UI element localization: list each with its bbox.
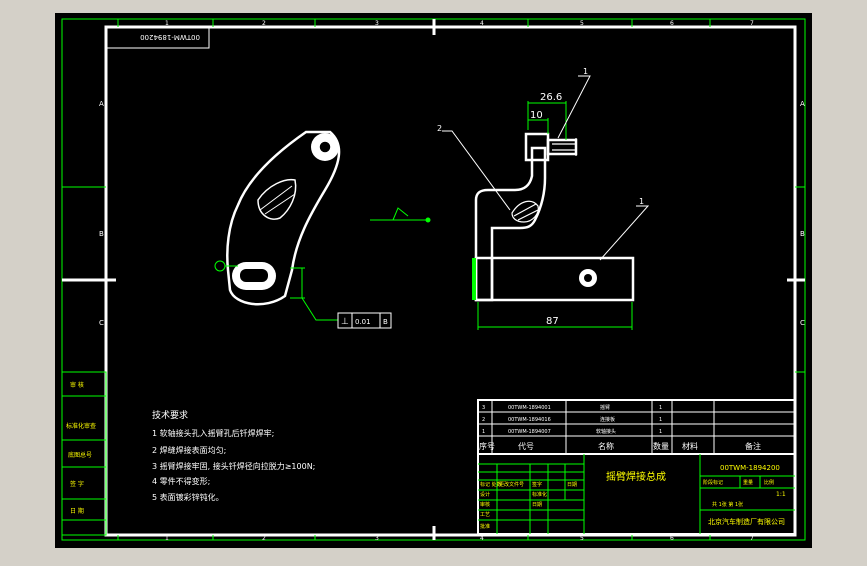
zone-number: 4 bbox=[480, 20, 484, 27]
stage-label: 阶段标记 bbox=[703, 479, 723, 486]
left-label: 批准 bbox=[480, 523, 490, 530]
zone-number: 7 bbox=[750, 20, 754, 27]
bracket-hole-center bbox=[584, 274, 592, 282]
zone-number: 2 bbox=[262, 20, 266, 27]
zone-number: 1 bbox=[165, 535, 169, 542]
bom-qty: 1 bbox=[659, 417, 662, 423]
drawing-name: 摇臂焊接总成 bbox=[606, 470, 666, 483]
mid-label: 标准化 bbox=[532, 491, 547, 498]
weld-bead bbox=[472, 258, 476, 300]
company-name: 北京汽车制造厂有限公司 bbox=[708, 517, 785, 526]
bom-header-no: 序号 bbox=[479, 441, 495, 451]
balloon-number: 1 bbox=[583, 67, 588, 76]
arm-bottom-slot bbox=[240, 269, 268, 282]
dimension-inner: 10 bbox=[530, 110, 543, 121]
sheet-label: 共 1张 第 1张 bbox=[712, 501, 743, 508]
zone-number: 2 bbox=[262, 535, 266, 542]
left-label: 设计 bbox=[480, 491, 490, 498]
zone-number: 3 bbox=[375, 20, 379, 27]
left-label: 底图总号 bbox=[68, 451, 92, 459]
stamp-text: 00TWM-1894200 bbox=[140, 33, 200, 41]
zone-number: 6 bbox=[670, 535, 674, 542]
bom-qty: 1 bbox=[659, 405, 662, 411]
tech-requirement: 2 焊缝焊接表面均匀; bbox=[152, 445, 226, 455]
bom-header-name: 名称 bbox=[598, 441, 614, 451]
mid-label: 更改文件号 bbox=[499, 481, 524, 488]
tech-requirements-title: 技术要求 bbox=[152, 409, 188, 421]
bom-header-code: 代号 bbox=[518, 441, 534, 451]
scale-label: 比例 bbox=[764, 479, 774, 486]
zone-letter: B bbox=[800, 230, 805, 238]
zone-number: 5 bbox=[580, 20, 584, 27]
bom-name: 摇臂 bbox=[600, 404, 610, 411]
drawing-number: 00TWM-1894200 bbox=[720, 464, 780, 472]
bom-no: 3 bbox=[482, 405, 485, 411]
balloon-number: 2 bbox=[437, 124, 442, 133]
left-label: 日 期 bbox=[70, 507, 84, 515]
arm-top-hole-center bbox=[318, 140, 332, 154]
zone-number: 6 bbox=[670, 20, 674, 27]
zone-letter: C bbox=[800, 319, 805, 327]
zone-letter: A bbox=[800, 100, 805, 108]
mid-label: 日期 bbox=[532, 502, 542, 508]
bom-name: 软轴接头 bbox=[596, 428, 616, 435]
bom-header-material: 材料 bbox=[682, 441, 698, 451]
drawing-window: A B C A B C 1 2 3 4 5 6 7 1 2 3 4 5 6 7 … bbox=[0, 0, 867, 562]
cad-drawing[interactable]: A B C A B C 1 2 3 4 5 6 7 1 2 3 4 5 6 7 … bbox=[0, 0, 867, 562]
bom-code: 00TWM-1894007 bbox=[508, 429, 551, 435]
tech-requirement: 3 摇臂焊接牢固, 接头钎焊径向拉脱力≥100N; bbox=[152, 461, 315, 471]
zone-number: 1 bbox=[165, 20, 169, 27]
zone-letter: B bbox=[99, 230, 104, 238]
tech-requirement: 4 零件不得变形; bbox=[152, 476, 210, 486]
left-label: 标准化审查 bbox=[66, 422, 96, 430]
tech-requirement: 5 表面镀彩锌钝化。 bbox=[152, 492, 224, 502]
tolerance-datum: B bbox=[383, 318, 388, 326]
tolerance-symbol: ⊥ bbox=[341, 317, 349, 327]
zone-number: 4 bbox=[480, 535, 484, 542]
balloon-number: 1 bbox=[639, 197, 644, 206]
bom-code: 00TWM-1894016 bbox=[508, 417, 551, 423]
bom-header-remark: 备注 bbox=[745, 441, 761, 451]
zone-number: 3 bbox=[375, 535, 379, 542]
dimension-length: 87 bbox=[546, 316, 559, 327]
weight-label: 重量 bbox=[743, 479, 753, 486]
mid-label: 日期 bbox=[567, 482, 577, 488]
mid-label: 签字 bbox=[532, 481, 542, 488]
bom-no: 2 bbox=[482, 417, 485, 423]
tolerance-value: 0.01 bbox=[355, 318, 371, 326]
left-label: 签 字 bbox=[70, 480, 84, 488]
scale-value: 1:1 bbox=[776, 491, 786, 498]
left-label: 审 核 bbox=[70, 381, 84, 389]
bom-header-qty: 数量 bbox=[653, 441, 669, 451]
bom-name: 连接板 bbox=[600, 416, 615, 423]
zone-letter: A bbox=[99, 100, 104, 108]
bom-no: 1 bbox=[482, 429, 485, 435]
left-label: 审核 bbox=[480, 501, 490, 508]
zone-number: 7 bbox=[750, 535, 754, 542]
left-label: 工艺 bbox=[480, 512, 490, 518]
zone-number: 5 bbox=[580, 535, 584, 542]
dimension-width: 26.6 bbox=[540, 92, 562, 103]
tech-requirement: 1 软轴接头孔入摇臂孔后钎焊焊牢; bbox=[152, 428, 274, 438]
zone-letter: C bbox=[99, 319, 104, 327]
bom-code: 00TWM-1894001 bbox=[508, 405, 551, 411]
bom-qty: 1 bbox=[659, 429, 662, 435]
